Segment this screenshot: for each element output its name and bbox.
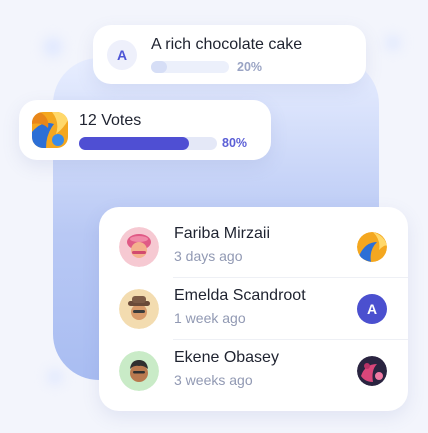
voter-name: Emelda Scandroot — [174, 287, 306, 304]
votes-count: 12 Votes — [79, 112, 142, 129]
voter-row[interactable]: Emelda Scandroot 1 week ago A — [99, 277, 408, 339]
voter-row[interactable]: Fariba Mirzaii 3 days ago — [99, 215, 408, 277]
poll-option-progress-fill — [151, 61, 167, 73]
voter-row[interactable]: Ekene Obasey 3 weeks ago — [99, 339, 408, 401]
vote-time: 3 weeks ago — [174, 372, 253, 388]
swirl-avatar-icon — [32, 112, 68, 148]
poll-option-percent: 20% — [237, 60, 263, 74]
vote-time: 3 days ago — [174, 248, 243, 264]
voters-list-card: Fariba Mirzaii 3 days ago Emelda Scandro… — [99, 207, 408, 411]
background-glow — [44, 38, 62, 56]
voter-name: Fariba Mirzaii — [174, 225, 271, 242]
poll-option-progress-bar — [151, 61, 229, 73]
poll-option-card[interactable]: A A rich chocolate cake 20% — [93, 25, 366, 84]
votes-card[interactable]: 12 Votes 80% — [19, 100, 271, 160]
vote-letter-badge: A — [357, 294, 387, 324]
votes-progress-bar — [79, 137, 217, 150]
background-glow — [386, 36, 400, 50]
pink-dark-swirl-icon — [357, 356, 387, 386]
avatar — [119, 227, 159, 267]
voter-name: Ekene Obasey — [174, 349, 279, 366]
votes-percent: 80% — [222, 136, 248, 150]
option-letter-avatar: A — [107, 40, 137, 70]
votes-progress-fill — [79, 137, 190, 150]
avatar — [119, 289, 159, 329]
yellow-blue-swirl-icon — [357, 232, 387, 262]
poll-option-title: A rich chocolate cake — [151, 36, 303, 53]
avatar — [119, 351, 159, 391]
vote-time: 1 week ago — [174, 310, 246, 326]
background-glow — [48, 370, 62, 384]
